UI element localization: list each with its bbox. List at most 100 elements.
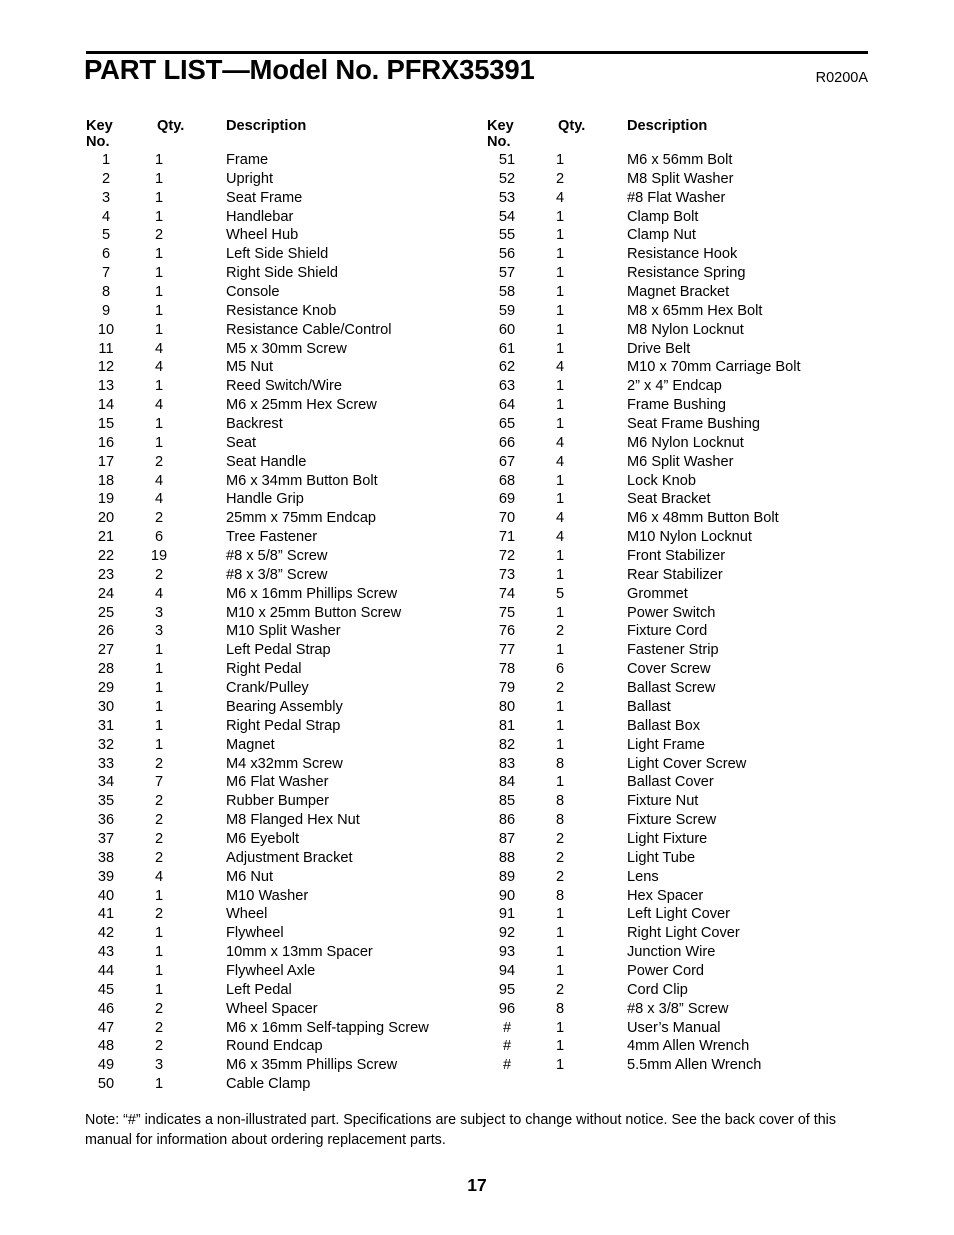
table-row: 19 4 Handle Grip (86, 491, 486, 510)
table-row: 6 1 Left Side Shield (86, 246, 486, 265)
cell-key-no: 48 (97, 1038, 115, 1055)
cell-qty: 3 (154, 1057, 164, 1074)
cell-key-no: 34 (97, 774, 115, 791)
cell-qty: 1 (555, 321, 565, 338)
table-row: 70 4 M6 x 48mm Button Bolt (487, 510, 887, 529)
table-row: 34 7 M6 Flat Washer (86, 774, 486, 793)
table-row: 46 2 Wheel Spacer (86, 1001, 486, 1020)
cell-qty: 2 (154, 793, 164, 810)
table-row: 56 1 Resistance Hook (487, 246, 887, 265)
table-row: 32 1 Magnet (86, 737, 486, 756)
cell-description: Upright (226, 170, 274, 187)
parts-rows-left: 1 1 Frame 2 1 Upright 3 1 Seat Frame 4 1 Handlebar 5… (86, 152, 486, 1095)
cell-qty: 1 (555, 566, 565, 583)
cell-qty: 4 (555, 359, 565, 376)
cell-key-no: 32 (97, 736, 115, 753)
table-row: 24 4 M6 x 16mm Phillips Screw (86, 586, 486, 605)
cell-key-no: 63 (498, 378, 516, 395)
cell-qty: 2 (154, 1000, 164, 1017)
cell-key-no: 30 (97, 698, 115, 715)
cell-key-no: 77 (498, 642, 516, 659)
header-key-no: Key No. (487, 118, 514, 150)
table-row: 66 4 M6 Nylon Locknut (487, 435, 887, 454)
cell-key-no: 52 (498, 170, 516, 187)
table-row: #1 5.5mm Allen Wrench (487, 1057, 887, 1076)
cell-description: Frame Bushing (627, 397, 726, 414)
cell-key-no: 58 (498, 284, 516, 301)
cell-qty: 1 (154, 1076, 164, 1093)
cell-qty: 2 (154, 1019, 164, 1036)
table-row: 15 1 Backrest (86, 416, 486, 435)
table-row: 3 1 Seat Frame (86, 190, 486, 209)
cell-key-no: 82 (498, 736, 516, 753)
cell-qty: 1 (555, 774, 565, 791)
table-row: 61 1 Drive Belt (487, 341, 887, 360)
cell-key-no: 5 (101, 227, 111, 244)
cell-key-no: 19 (97, 491, 115, 508)
table-row: 26 3 M10 Split Washer (86, 623, 486, 642)
cell-key-no: 28 (97, 661, 115, 678)
cell-key-no: 10 (97, 321, 115, 338)
cell-description: Fastener Strip (627, 642, 719, 659)
table-row: 14 4 M6 x 25mm Hex Screw (86, 397, 486, 416)
cell-qty: 4 (154, 868, 164, 885)
cell-qty: 4 (555, 189, 565, 206)
cell-qty: 1 (154, 284, 164, 301)
cell-description: Handlebar (226, 208, 294, 225)
table-row: 67 4 M6 Split Washer (487, 454, 887, 473)
cell-qty: 1 (555, 717, 565, 734)
cell-qty: 3 (154, 623, 164, 640)
table-row: 48 2 Round Endcap (86, 1038, 486, 1057)
cell-key-no: 66 (498, 434, 516, 451)
table-row: 58 1 Magnet Bracket (487, 284, 887, 303)
cell-key-no: # (502, 1038, 512, 1055)
table-row: 41 2 Wheel (86, 906, 486, 925)
cell-description: Ballast (627, 698, 671, 715)
cell-key-no: 54 (498, 208, 516, 225)
cell-qty: 1 (154, 321, 164, 338)
cell-description: Wheel Hub (226, 227, 299, 244)
parts-rows-right: 51 1 M6 x 56mm Bolt 52 2 M8 Split Washer 53 4 #8… (487, 152, 887, 1076)
cell-qty: 4 (154, 585, 164, 602)
cell-key-no: 74 (498, 585, 516, 602)
cell-qty: 1 (154, 189, 164, 206)
table-row: 42 1 Flywheel (86, 925, 486, 944)
cell-key-no: 43 (97, 944, 115, 961)
cell-qty: 1 (555, 944, 565, 961)
cell-description: Clamp Bolt (627, 208, 699, 225)
cell-qty: 4 (154, 397, 164, 414)
cell-key-no: 88 (498, 849, 516, 866)
table-row: 80 1 Ballast (487, 699, 887, 718)
cell-description: Left Pedal (226, 981, 292, 998)
table-row: 21 6 Tree Fastener (86, 529, 486, 548)
cell-description: Reed Switch/Wire (226, 378, 342, 395)
table-row: 94 1 Power Cord (487, 963, 887, 982)
cell-key-no: 93 (498, 944, 516, 961)
header-description: Description (226, 118, 307, 134)
cell-description: Power Cord (627, 962, 705, 979)
table-row: 63 1 2” x 4” Endcap (487, 378, 887, 397)
cell-description: M10 Washer (226, 887, 309, 904)
cell-description: M6 Split Washer (627, 453, 734, 470)
cell-description: Round Endcap (226, 1038, 323, 1055)
cell-description: M8 Flanged Hex Nut (226, 812, 360, 829)
cell-description: Resistance Spring (627, 265, 746, 282)
table-row: 29 1 Crank/Pulley (86, 680, 486, 699)
cell-key-no: 12 (97, 359, 115, 376)
cell-key-no: 33 (97, 755, 115, 772)
cell-description: M8 x 65mm Hex Bolt (627, 302, 763, 319)
cell-key-no: 49 (97, 1057, 115, 1074)
cell-key-no: 53 (498, 189, 516, 206)
cell-key-no: 60 (498, 321, 516, 338)
cell-description: Console (226, 284, 280, 301)
cell-qty: 2 (154, 453, 164, 470)
cell-key-no: 2 (101, 170, 111, 187)
cell-qty: 2 (555, 680, 565, 697)
cell-key-no: 80 (498, 698, 516, 715)
cell-description: M6 x 16mm Phillips Screw (226, 585, 398, 602)
cell-key-no: 15 (97, 416, 115, 433)
table-row: 5 2 Wheel Hub (86, 227, 486, 246)
cell-qty: 1 (555, 152, 565, 168)
cell-description: Light Tube (627, 849, 696, 866)
cell-description: M6 x 34mm Button Bolt (226, 472, 378, 489)
